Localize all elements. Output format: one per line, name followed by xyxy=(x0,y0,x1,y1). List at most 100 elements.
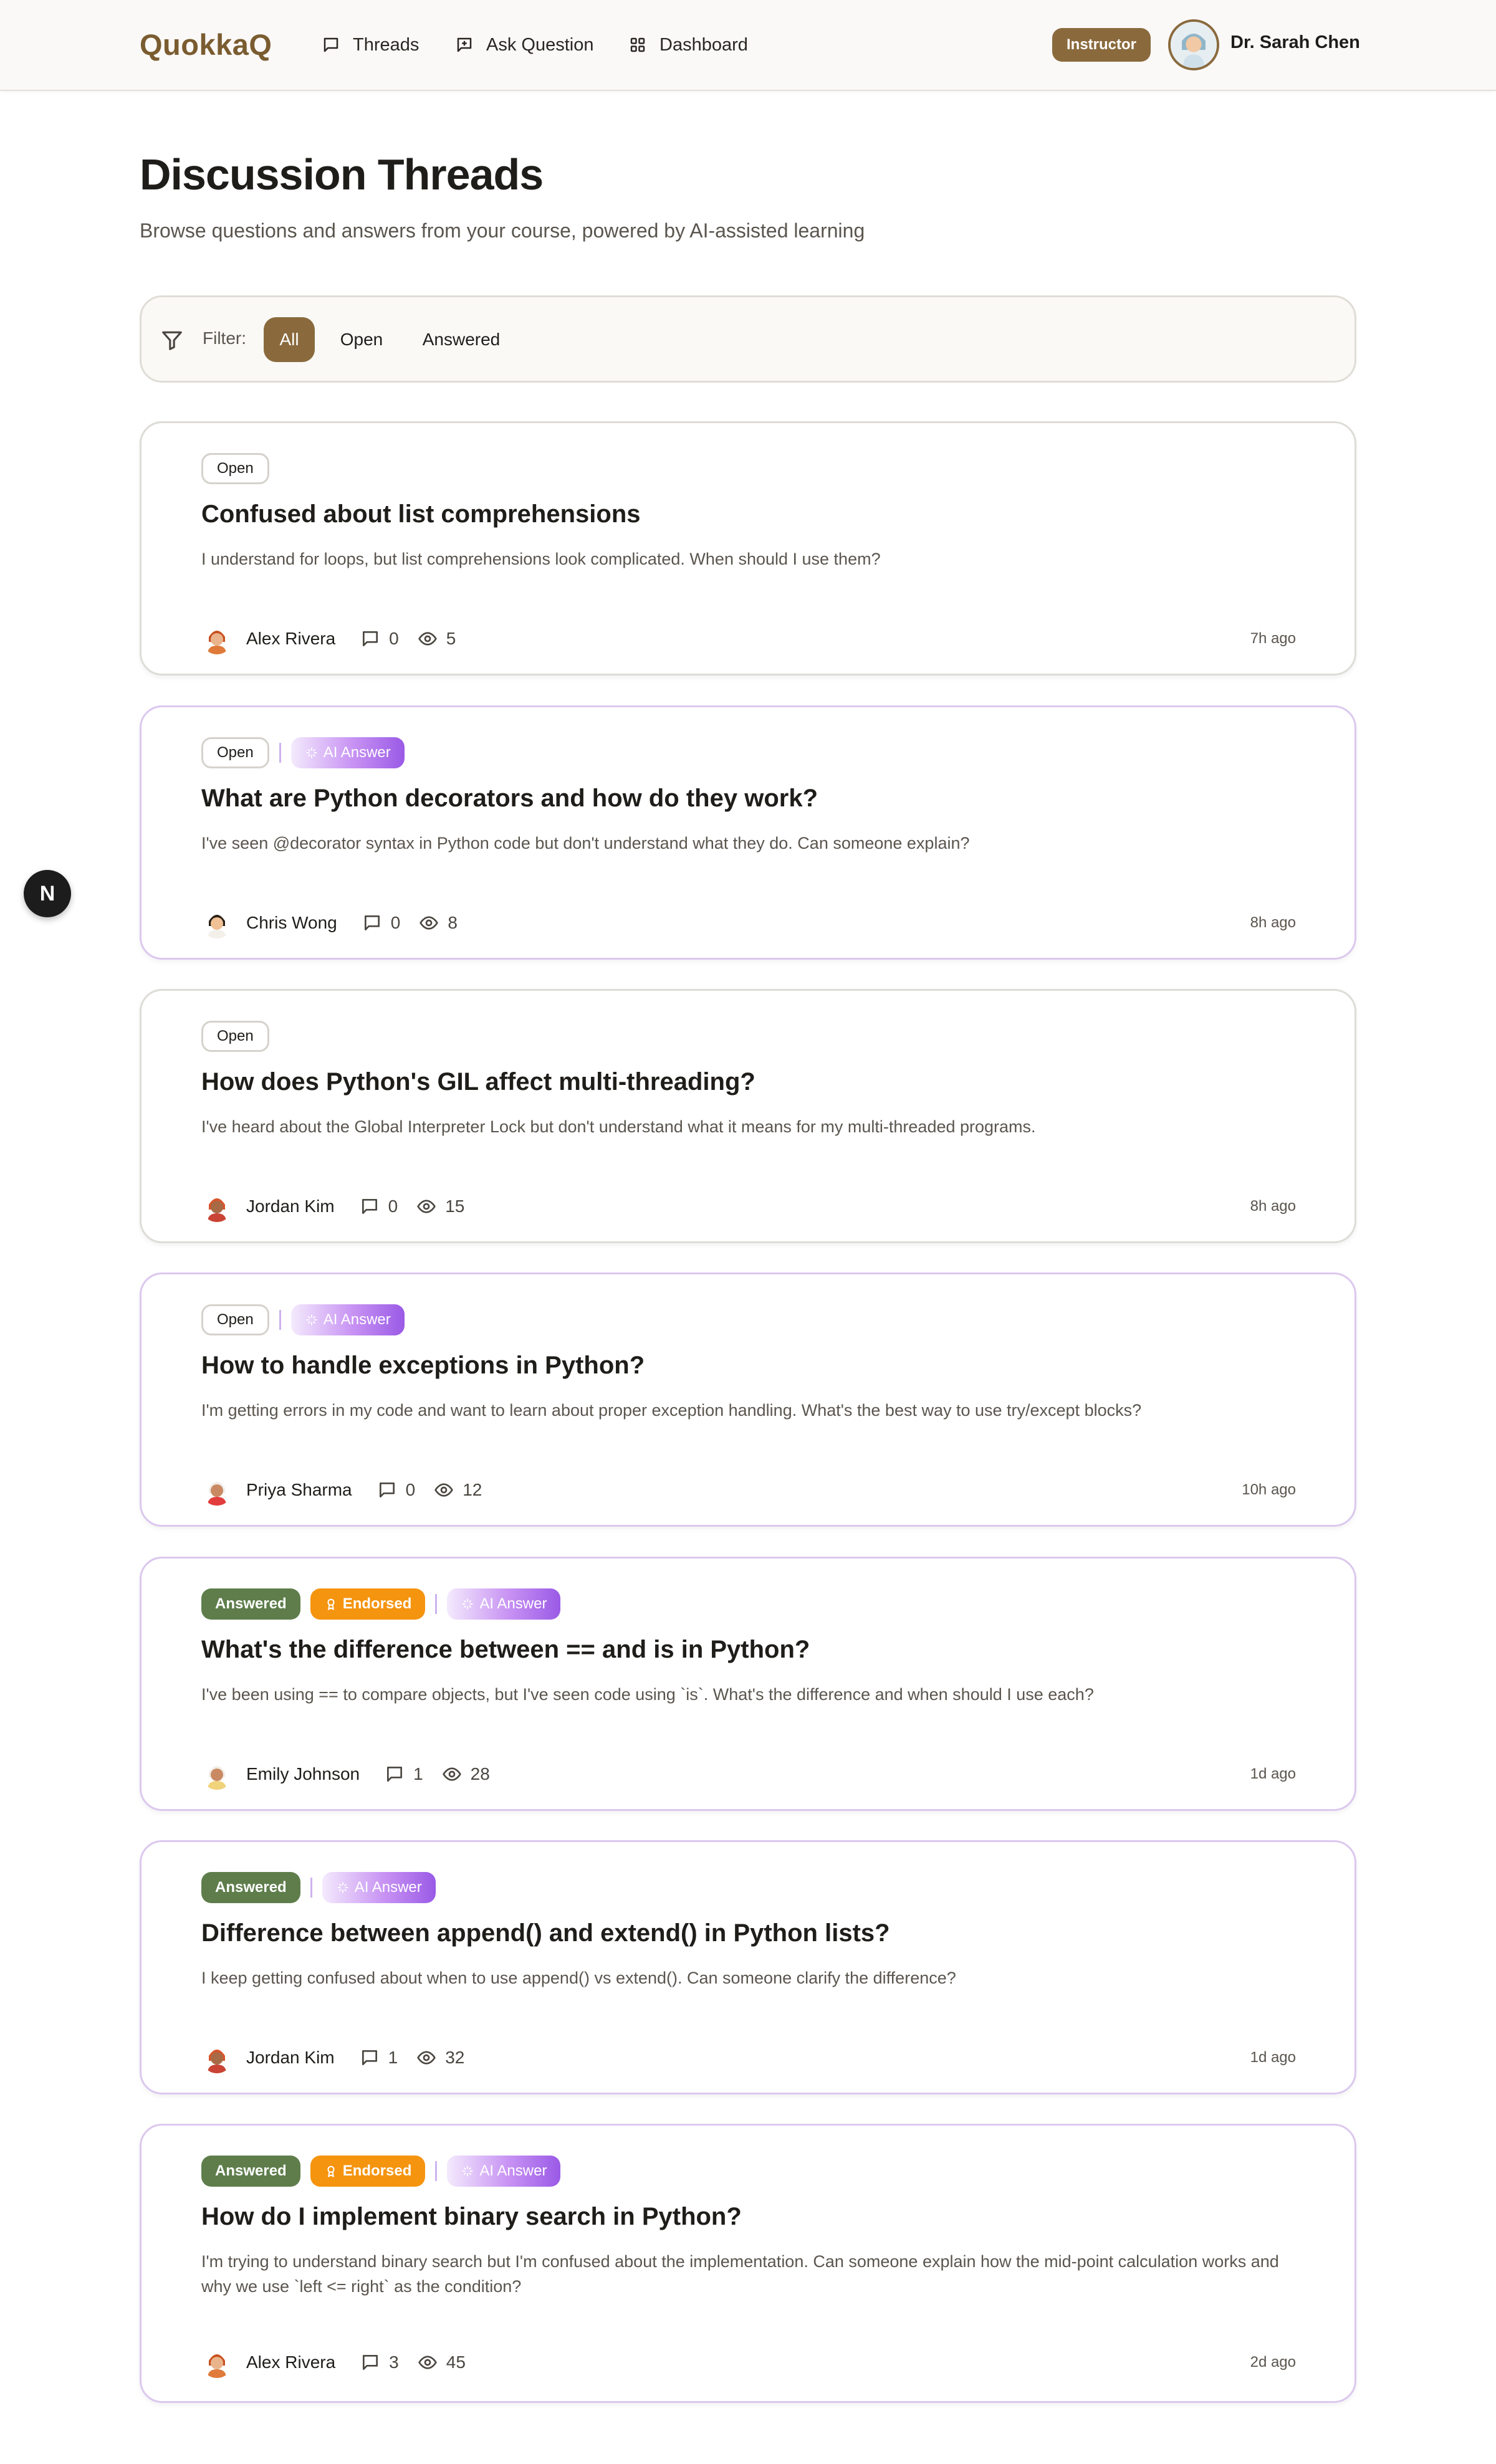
user-avatar[interactable] xyxy=(1168,19,1219,70)
nav-ask-question[interactable]: Ask Question xyxy=(455,31,593,59)
view-count-value: 8 xyxy=(448,913,458,932)
status-badge-answered: Answered xyxy=(201,1872,300,1903)
dev-tools-badge[interactable]: N xyxy=(24,870,71,917)
thread-badges: Open xyxy=(201,453,269,484)
endorsed-badge: Endorsed xyxy=(310,2156,426,2187)
nav-dashboard-label: Dashboard xyxy=(659,34,748,55)
filter-icon xyxy=(162,331,182,350)
author-avatar xyxy=(201,623,233,654)
ai-answer-label: AI Answer xyxy=(323,1311,391,1328)
view-count: 15 xyxy=(416,1196,464,1216)
thread-badges: Answered Endorsed AI Answer xyxy=(201,1588,561,1620)
nav-dashboard[interactable]: Dashboard xyxy=(628,31,748,59)
sparkles-icon xyxy=(306,1314,317,1325)
ai-answer-badge: AI Answer xyxy=(290,737,405,768)
endorsed-badge: Endorsed xyxy=(310,1588,426,1620)
sparkles-icon xyxy=(463,2166,473,2177)
eye-icon xyxy=(434,1483,454,1497)
nav-threads[interactable]: Threads xyxy=(322,31,419,59)
author-name: Jordan Kim xyxy=(246,1196,335,1216)
reply-count: 1 xyxy=(385,1764,423,1784)
status-badge-open: Open xyxy=(201,453,269,484)
badge-divider xyxy=(310,1878,312,1898)
thread-excerpt: I'm trying to understand binary search b… xyxy=(201,2252,1279,2296)
thread-card[interactable]: Open AI Answer How to handle exceptions … xyxy=(140,1273,1356,1527)
page-title: Discussion Threads xyxy=(140,150,544,199)
comment-icon xyxy=(363,2355,378,2370)
endorsed-label: Endorsed xyxy=(342,1595,412,1612)
thread-excerpt: I'm getting errors in my code and want t… xyxy=(201,1401,1142,1420)
thread-card[interactable]: Answered AI Answer Difference between ap… xyxy=(140,1840,1356,2094)
ai-answer-label: AI Answer xyxy=(354,1879,422,1896)
reply-count-value: 0 xyxy=(405,1480,416,1499)
comment-icon xyxy=(362,1199,377,1214)
thread-badges: Open AI Answer xyxy=(201,737,405,768)
eye-icon xyxy=(417,1200,436,1213)
filter-all-button[interactable]: All xyxy=(264,317,315,362)
reply-count-value: 0 xyxy=(390,913,401,932)
thread-timestamp: 8h ago xyxy=(1250,1198,1296,1215)
eye-icon xyxy=(417,2051,436,2065)
thread-title[interactable]: Confused about list comprehensions xyxy=(201,500,641,528)
comment-icon xyxy=(362,2050,377,2065)
badge-divider xyxy=(435,1594,438,1614)
thread-card[interactable]: Answered Endorsed AI Answer How do I imp… xyxy=(140,2124,1356,2403)
view-count: 5 xyxy=(418,629,456,649)
author-avatar xyxy=(201,2347,233,2378)
eye-icon xyxy=(442,1767,461,1781)
user-name[interactable]: Dr. Sarah Chen xyxy=(1230,32,1360,53)
view-count-value: 5 xyxy=(446,629,456,648)
author-name: Alex Rivera xyxy=(246,2352,336,2372)
ai-answer-label: AI Answer xyxy=(479,2162,547,2179)
thread-meta: Alex Rivera 0 5 xyxy=(201,621,474,656)
thread-title[interactable]: How does Python's GIL affect multi-threa… xyxy=(201,1068,755,1096)
filter-answered-button[interactable]: Answered xyxy=(408,317,514,362)
thread-meta: Jordan Kim 0 15 xyxy=(201,1189,483,1224)
thread-title[interactable]: How do I implement binary search in Pyth… xyxy=(201,2203,742,2231)
thread-title[interactable]: What's the difference between == and is … xyxy=(201,1636,810,1664)
award-icon xyxy=(327,1598,335,1611)
sparkles-icon xyxy=(306,747,317,758)
brand-logo[interactable]: QuokkaQ xyxy=(140,27,272,62)
view-count: 28 xyxy=(442,1764,490,1784)
view-count: 32 xyxy=(416,2048,464,2068)
eye-icon xyxy=(418,632,437,646)
reply-count: 0 xyxy=(362,913,401,933)
author-name: Alex Rivera xyxy=(246,629,336,648)
thread-title[interactable]: Difference between append() and extend()… xyxy=(201,1919,890,1947)
thread-card[interactable]: Open How does Python's GIL affect multi-… xyxy=(140,989,1356,1243)
author-avatar xyxy=(201,907,233,938)
nav-threads-label: Threads xyxy=(353,34,420,55)
thread-title[interactable]: What are Python decorators and how do th… xyxy=(201,785,818,813)
ai-answer-label: AI Answer xyxy=(479,1595,547,1612)
reply-count: 3 xyxy=(360,2352,399,2372)
filter-bar: Filter: All Open Answered xyxy=(140,295,1356,383)
reply-count-value: 0 xyxy=(388,1196,398,1216)
thread-title[interactable]: How to handle exceptions in Python? xyxy=(201,1352,645,1380)
eye-icon xyxy=(420,916,439,930)
ai-answer-label: AI Answer xyxy=(323,744,391,761)
sparkles-icon xyxy=(463,1598,473,1610)
thread-timestamp: 8h ago xyxy=(1250,914,1296,931)
layout-grid-icon xyxy=(630,37,645,52)
thread-card[interactable]: Answered Endorsed AI Answer What's the d… xyxy=(140,1557,1356,1811)
status-badge-open: Open xyxy=(201,1021,269,1052)
thread-badges: Open AI Answer xyxy=(201,1304,405,1335)
filter-label: Filter: xyxy=(203,328,246,348)
thread-card[interactable]: Open Confused about list comprehensions … xyxy=(140,421,1356,676)
author-avatar xyxy=(201,1191,233,1222)
nav-ask-question-label: Ask Question xyxy=(486,34,594,55)
thread-card[interactable]: Open AI Answer What are Python decorator… xyxy=(140,705,1356,960)
author-name: Priya Sharma xyxy=(246,1480,352,1499)
reply-count-value: 1 xyxy=(388,2048,398,2067)
view-count: 45 xyxy=(418,2352,466,2372)
comment-icon xyxy=(364,915,380,930)
thread-timestamp: 7h ago xyxy=(1250,630,1296,647)
message-square-icon xyxy=(324,37,338,52)
filter-open-button[interactable]: Open xyxy=(327,317,396,362)
badge-divider xyxy=(279,743,281,763)
reply-count-value: 0 xyxy=(389,629,399,648)
thread-meta: Emily Johnson 1 28 xyxy=(201,1757,509,1792)
thread-badges: Answered AI Answer xyxy=(201,1872,436,1903)
reply-count-value: 3 xyxy=(389,2352,399,2372)
